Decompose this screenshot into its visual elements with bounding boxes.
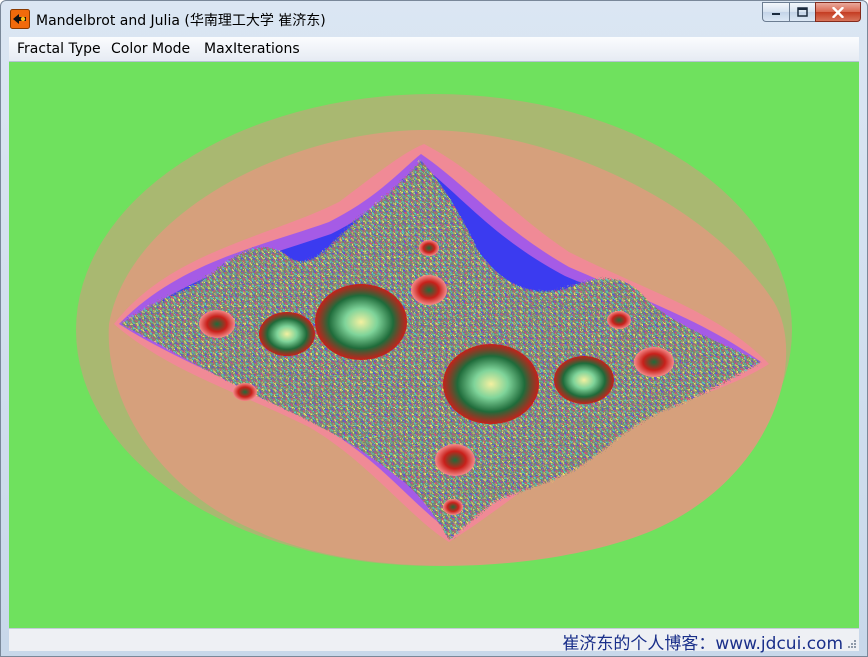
- fractal-canvas[interactable]: [9, 62, 859, 628]
- menu-color-mode[interactable]: Color Mode: [111, 41, 190, 57]
- resize-grip-icon[interactable]: [847, 639, 857, 649]
- app-icon[interactable]: [10, 9, 30, 29]
- menu-bar: Fractal Type Color Mode MaxIterations: [9, 37, 859, 62]
- minimize-icon: [772, 13, 780, 15]
- close-icon: [832, 6, 844, 18]
- caption-buttons: [762, 2, 861, 24]
- close-button[interactable]: [815, 2, 861, 22]
- status-bar: 崔济东的个人博客：www.jdcui.com: [9, 628, 859, 654]
- menu-max-iterations[interactable]: MaxIterations: [204, 41, 300, 57]
- status-text: 崔济东的个人博客：www.jdcui.com: [562, 634, 843, 654]
- julia-set-image: [76, 94, 792, 566]
- menu-fractal-type[interactable]: Fractal Type: [17, 41, 101, 57]
- minimize-button[interactable]: [762, 2, 789, 22]
- maximize-icon: [797, 7, 808, 17]
- title-bar[interactable]: Mandelbrot and Julia (华南理工大学 崔济东): [1, 1, 867, 35]
- window-title: Mandelbrot and Julia (华南理工大学 崔济东): [36, 13, 326, 29]
- maximize-button[interactable]: [789, 2, 815, 22]
- app-window: Mandelbrot and Julia (华南理工大学 崔济东) Fracta…: [0, 0, 868, 657]
